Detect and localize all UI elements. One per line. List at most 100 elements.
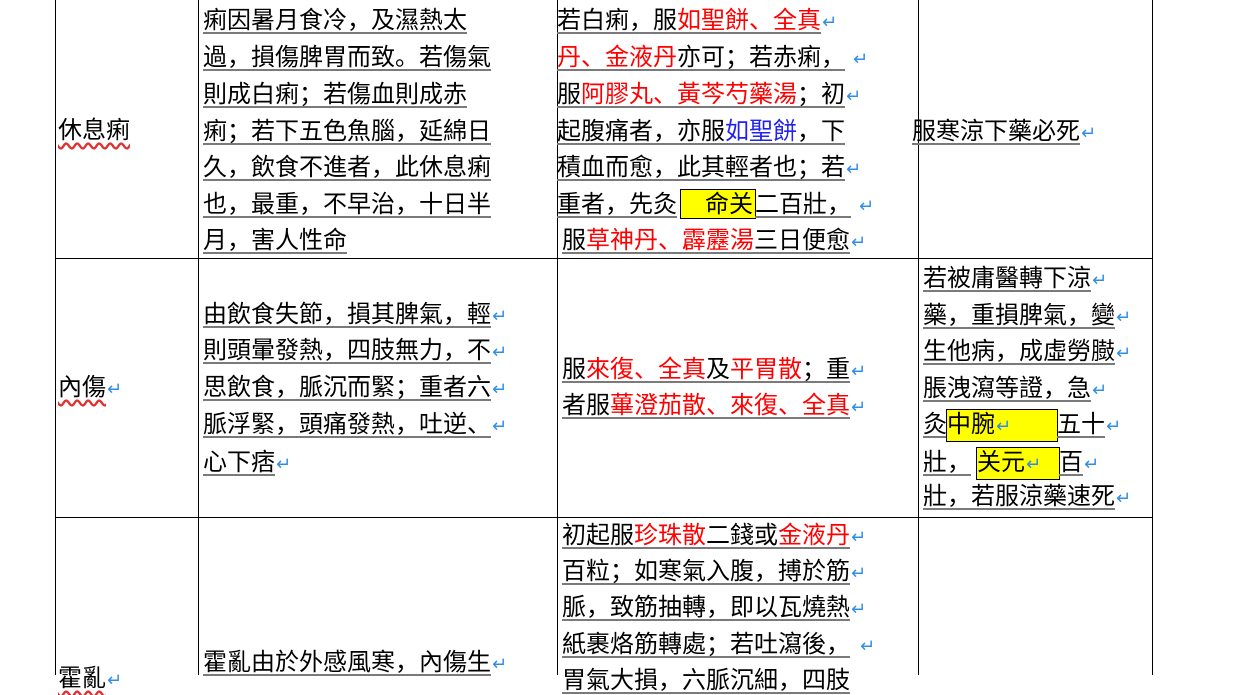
- paragraph-mark-icon: [492, 413, 507, 441]
- treatment-line: 紙裹烙筋轉處；若吐瀉後，: [562, 630, 875, 661]
- warning-line: 生他病，成虛勞臌: [923, 337, 1131, 368]
- disease-name: 霍亂: [58, 664, 122, 695]
- warning-line: 若被庸醫轉下涼: [923, 264, 1107, 295]
- text-run: 亦可；若赤痢，: [677, 43, 845, 71]
- text-run: 中腕: [947, 410, 995, 438]
- text-run: 則頭暈發熱，四肢無力，不: [203, 336, 491, 364]
- text-run: 起腹痛者，亦服: [557, 117, 725, 145]
- text-run: 壯，: [923, 448, 971, 476]
- table-border-left: [55, 0, 56, 675]
- paragraph-mark-icon: [107, 376, 122, 404]
- paragraph-mark-icon: [860, 633, 875, 661]
- treatment-line: 百粒；如寒氣入腹，搏於筋: [562, 557, 866, 588]
- cause-line: 心下痞: [203, 448, 291, 479]
- text-run: ；初: [797, 80, 845, 108]
- drug-name: 阿膠丸: [581, 80, 653, 108]
- text-run: 紙裹烙筋轉處；若吐瀉後，: [562, 630, 850, 658]
- drug-name: 如聖餅: [725, 117, 797, 145]
- paragraph-mark-icon: [822, 9, 837, 37]
- text-run: 由飲食失節，損其脾氣，輕: [203, 300, 491, 328]
- drug-name: 平胃散: [730, 355, 802, 383]
- table-divider-1: [198, 0, 199, 675]
- text-run: 服: [557, 80, 581, 108]
- disease-name: 休息痢: [58, 116, 130, 144]
- drug-name: 丹: [557, 43, 581, 71]
- row-divider-2: [55, 517, 1153, 518]
- treatment-line: 服阿膠丸、黃芩芍藥湯；初: [557, 80, 861, 111]
- cause-line: 也，最重，不早治，十日半: [203, 190, 491, 218]
- warning-line: 灸中腕 五十: [923, 409, 1121, 442]
- drug-name: 珍珠散: [634, 521, 706, 549]
- paragraph-mark-icon: [851, 358, 866, 386]
- text-run: 胃氣大損，六脈沉細，四肢: [562, 666, 850, 694]
- paragraph-mark-icon: [1026, 451, 1041, 479]
- treatment-line: 重者，先灸 命关二百壯，: [557, 189, 874, 221]
- moxibustion-point: 中腕: [946, 409, 1058, 442]
- moxibustion-point: 命关: [680, 189, 756, 219]
- drug-name: 來復: [730, 391, 778, 419]
- paragraph-mark-icon: [1106, 413, 1121, 441]
- cause-line: 則頭暈發熱，四肢無力，不: [203, 336, 507, 367]
- drug-name: 霹靂湯: [682, 226, 754, 254]
- paragraph-mark-icon: [1092, 377, 1107, 405]
- separator: 、: [653, 80, 677, 108]
- paragraph-mark-icon: [851, 596, 866, 624]
- separator: 、: [658, 226, 682, 254]
- paragraph-mark-icon: [1116, 340, 1131, 368]
- text-run: 百: [1059, 448, 1083, 476]
- text-run: 霍亂: [58, 664, 106, 692]
- drug-name: 蓽澄茄散: [610, 391, 706, 419]
- separator: 、: [706, 391, 730, 419]
- cause-line: 過，損傷脾胃而致。若傷氣: [203, 43, 491, 71]
- drug-name: 草神丹: [586, 226, 658, 254]
- text-run: 生他病，成虛勞臌: [923, 337, 1115, 365]
- paragraph-mark-icon: [1081, 120, 1096, 148]
- treatment-line: 若白痢，服如聖餅、全真: [557, 6, 837, 37]
- text-run: 三日便愈: [754, 226, 850, 254]
- warning-line: 脹洩瀉等證，急: [923, 374, 1107, 405]
- drug-name: 金液丹: [778, 521, 850, 549]
- text-run: 思飲食，脈沉而緊；重者六: [203, 373, 491, 401]
- warning-line: 服寒涼下藥必死: [912, 117, 1096, 148]
- paragraph-mark-icon: [859, 193, 874, 221]
- separator: 、: [581, 43, 605, 71]
- cause-line: 久，飲食不進者，此休息痢: [203, 153, 491, 181]
- paragraph-mark-icon: [851, 560, 866, 588]
- cause-line: 由飲食失節，損其脾氣，輕: [203, 300, 507, 331]
- treatment-line: 初起服珍珠散二錢或金液丹: [562, 521, 866, 552]
- drug-name: 全真: [773, 6, 821, 34]
- drug-name: 如聖餅: [677, 6, 749, 34]
- text-run: 关元: [977, 448, 1025, 476]
- text-run: 重者，先灸: [557, 190, 677, 218]
- paragraph-mark-icon: [1084, 451, 1099, 479]
- paragraph-mark-icon: [846, 83, 861, 111]
- text-run: 服寒涼下藥必死: [912, 117, 1080, 145]
- paragraph-mark-icon: [851, 229, 866, 257]
- warning-line: 壯，关元 百: [923, 447, 1099, 480]
- paragraph-mark-icon: [1116, 304, 1131, 332]
- text-run: 者服: [562, 391, 610, 419]
- treatment-line: 服來復、全真及平胃散；重: [562, 355, 866, 386]
- text-run: 及: [706, 355, 730, 383]
- text-run: 服: [562, 226, 586, 254]
- text-run: 服: [562, 355, 586, 383]
- treatment-line: 丹、金液丹亦可；若赤痢，: [557, 43, 868, 74]
- separator: 、: [634, 355, 658, 383]
- paragraph-mark-icon: [107, 667, 122, 695]
- treatment-line: 起腹痛者，亦服如聖餅，下: [557, 117, 845, 145]
- drug-name: 全真: [658, 355, 706, 383]
- paragraph-mark-icon: [853, 46, 868, 74]
- paragraph-mark-icon: [492, 376, 507, 404]
- text-run: 初起服: [562, 521, 634, 549]
- paragraph-mark-icon: [492, 303, 507, 331]
- treatment-line: 脈，致筋抽轉，即以瓦燒熱: [562, 593, 866, 624]
- separator: 、: [749, 6, 773, 34]
- separator: 、: [778, 391, 802, 419]
- paragraph-mark-icon: [1092, 267, 1107, 295]
- treatment-line: 積血而愈，此其輕者也；若: [557, 153, 861, 184]
- text-run: 二百壯，: [755, 190, 851, 218]
- text-run: 藥，重損脾氣，變: [923, 301, 1115, 329]
- cause-line: 則成白痢；若傷血則成赤: [203, 80, 467, 108]
- text-run: 內傷: [58, 373, 106, 401]
- paragraph-mark-icon: [851, 394, 866, 422]
